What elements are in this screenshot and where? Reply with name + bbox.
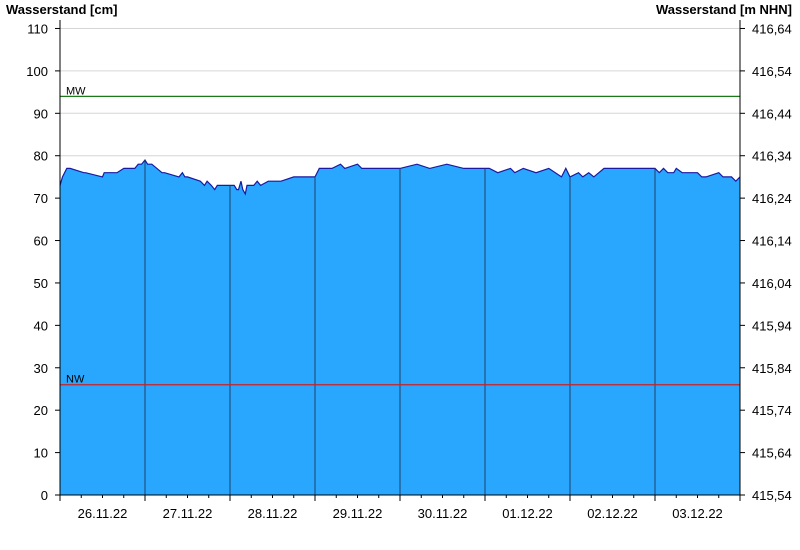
y-tick-label-right: 416,14 <box>752 234 792 249</box>
x-tick-label: 01.12.22 <box>502 506 553 521</box>
y-tick-label-right: 416,04 <box>752 276 792 291</box>
y-tick-label-left: 100 <box>26 64 48 79</box>
y-tick-label-right: 415,54 <box>752 488 792 503</box>
y-tick-label-left: 40 <box>34 318 48 333</box>
water-level-chart: MW NW 0 415,54 10 415,64 20 415,74 30 415,84 40 41… <box>26 20 792 521</box>
y-tick-label-left: 80 <box>34 149 48 164</box>
x-tick-label: 28.11.22 <box>248 506 298 521</box>
y-tick-label-left: 0 <box>41 488 48 503</box>
y-tick-label-right: 415,64 <box>752 446 792 461</box>
y-tick-label-right: 416,24 <box>752 191 792 206</box>
y-tick-label-left: 10 <box>34 446 48 461</box>
x-tick-label: 30.11.22 <box>418 506 468 521</box>
y-tick-label-left: 50 <box>34 276 48 291</box>
y-tick-label-right: 416,34 <box>752 149 792 164</box>
y-tick-label-right: 415,74 <box>752 403 792 418</box>
x-tick-label: 02.12.22 <box>587 506 638 521</box>
y-tick-label-right: 416,54 <box>752 64 792 79</box>
x-tick-label: 27.11.22 <box>163 506 213 521</box>
y-tick-label-left: 110 <box>27 21 48 36</box>
x-tick-label: 29.11.22 <box>333 506 383 521</box>
y-tick-label-right: 416,64 <box>752 21 792 36</box>
y-tick-label-left: 90 <box>34 106 48 121</box>
y-tick-label-left: 20 <box>34 403 48 418</box>
y-tick-label-left: 70 <box>34 191 48 206</box>
y-tick-label-right: 415,84 <box>752 361 792 376</box>
x-tick-label: 03.12.22 <box>672 506 723 521</box>
y-tick-label-right: 415,94 <box>752 318 792 333</box>
y-tick-label-left: 30 <box>34 361 48 376</box>
nw-label: NW <box>66 374 85 386</box>
mw-label: MW <box>66 85 86 97</box>
y-tick-label-left: 60 <box>34 234 48 249</box>
x-tick-label: 26.11.22 <box>78 506 128 521</box>
y-tick-label-right: 416,44 <box>752 106 792 121</box>
